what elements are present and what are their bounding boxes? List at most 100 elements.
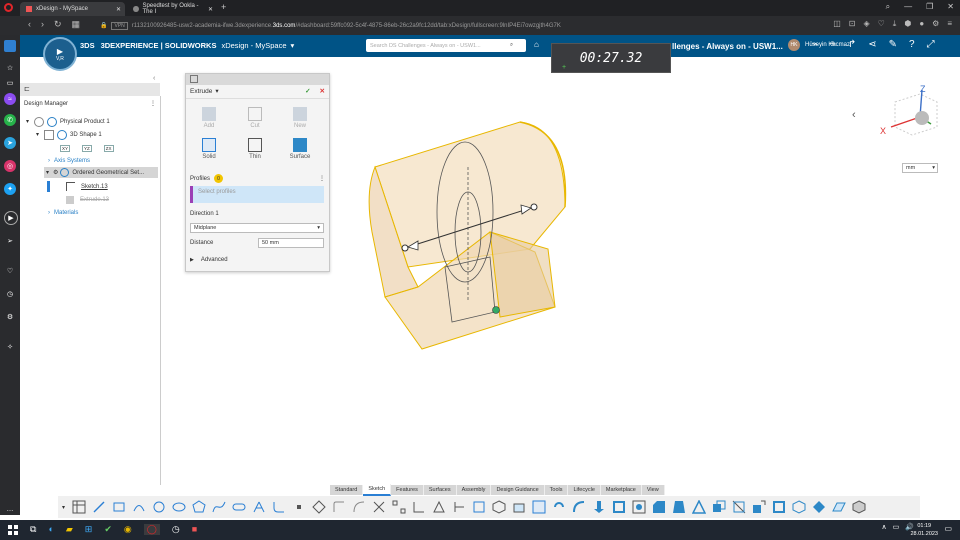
tab-xdesign[interactable]: xDesign - MySpace ✕ bbox=[20, 2, 125, 16]
toolbar-collapse-icon[interactable]: ▾ bbox=[62, 504, 65, 511]
cube-icon[interactable] bbox=[492, 500, 506, 514]
reload-icon[interactable]: ↻ bbox=[54, 19, 62, 30]
thin-button[interactable]: Thin bbox=[240, 138, 270, 160]
telegram-icon[interactable]: ➤ bbox=[4, 137, 16, 149]
spline-icon[interactable] bbox=[212, 500, 226, 514]
sketch-tool-icon[interactable] bbox=[532, 500, 546, 514]
surface-button[interactable]: Surface bbox=[285, 138, 315, 160]
close-icon[interactable]: ✕ bbox=[208, 6, 213, 13]
combine-icon[interactable] bbox=[712, 500, 726, 514]
mirror-icon[interactable] bbox=[412, 500, 426, 514]
sweep-icon[interactable] bbox=[572, 500, 586, 514]
close-window-icon[interactable]: ✕ bbox=[947, 2, 954, 12]
instagram-icon[interactable]: ◎ bbox=[4, 160, 16, 172]
profiles-select-field[interactable]: Select profiles bbox=[190, 186, 324, 203]
store-icon[interactable]: ⊞ bbox=[85, 524, 93, 535]
add-button[interactable]: Add bbox=[194, 107, 224, 129]
clock-app-icon[interactable]: ◷ bbox=[172, 524, 180, 535]
line-icon[interactable] bbox=[92, 500, 106, 514]
more-options-icon[interactable]: ⋮ bbox=[319, 175, 325, 182]
slot-icon[interactable] bbox=[232, 500, 246, 514]
search-icon[interactable]: ⌕ bbox=[510, 42, 513, 49]
help-icon[interactable]: ? bbox=[909, 39, 915, 50]
rib-icon[interactable] bbox=[692, 500, 707, 514]
dimension-icon[interactable] bbox=[452, 500, 466, 514]
more-icon[interactable]: … bbox=[4, 503, 16, 515]
tab-speedtest[interactable]: Speedtest by Ookla - The I ✕ bbox=[127, 2, 217, 16]
start-icon[interactable] bbox=[8, 525, 18, 535]
expand-icon[interactable]: ▾ bbox=[36, 131, 39, 138]
add-icon[interactable]: + bbox=[830, 39, 836, 50]
tab-marketplace[interactable]: Marketplace bbox=[600, 485, 642, 495]
solid-button[interactable]: Solid bbox=[194, 138, 224, 160]
tab-view[interactable]: View bbox=[641, 485, 665, 495]
units-select[interactable]: mm ▾ bbox=[902, 163, 938, 173]
delete-face-icon[interactable] bbox=[792, 500, 806, 514]
polygon-icon[interactable] bbox=[192, 500, 206, 514]
move-body-icon[interactable] bbox=[752, 500, 766, 514]
tab-features[interactable]: Features bbox=[391, 485, 424, 495]
plane-xy[interactable]: XY bbox=[60, 145, 71, 152]
draft-icon[interactable] bbox=[672, 500, 686, 514]
context-title[interactable]: llenges - Always on - USW1... bbox=[672, 42, 783, 51]
expand-icon[interactable]: › bbox=[48, 210, 50, 216]
chrome-icon[interactable]: ◉ bbox=[124, 524, 132, 535]
direction-select[interactable]: Midplane ▾ bbox=[190, 223, 324, 233]
rectangle-icon[interactable] bbox=[112, 500, 126, 514]
grid-icon[interactable] bbox=[72, 500, 86, 514]
expand-icon[interactable]: ▾ bbox=[46, 169, 49, 176]
plane-tool-icon[interactable] bbox=[832, 500, 846, 514]
tree-collapse-icon[interactable]: ‹ bbox=[153, 75, 155, 82]
more-tools-icon[interactable] bbox=[852, 500, 866, 514]
chamfer-icon[interactable] bbox=[652, 500, 666, 514]
new-button[interactable]: New bbox=[285, 107, 315, 129]
tag-icon[interactable]: ⌂ bbox=[534, 40, 539, 49]
revolve-icon[interactable] bbox=[552, 500, 566, 514]
tree-item-extrude[interactable]: Extrude.13 bbox=[66, 194, 109, 205]
minimize-icon[interactable]: — bbox=[904, 2, 912, 12]
clock[interactable]: 01:19 28.01.2023 bbox=[910, 522, 938, 538]
constraint-icon[interactable] bbox=[472, 500, 486, 514]
transform-icon[interactable] bbox=[312, 500, 326, 514]
task-view-icon[interactable]: ⧉ bbox=[30, 524, 36, 535]
vpn-badge[interactable]: VPN bbox=[111, 21, 128, 30]
tree-item-geometrical-set[interactable]: ▾ ⚙ Ordered Geometrical Set... bbox=[44, 167, 158, 178]
search-tabs-icon[interactable]: ⌕ bbox=[886, 2, 890, 12]
app-title[interactable]: 3DS 3DEXPERIENCE | SOLIDWORKS xDesign - … bbox=[80, 41, 294, 50]
bookmarks-icon[interactable]: ☆ bbox=[4, 62, 16, 74]
cut-button[interactable]: Cut bbox=[240, 107, 270, 129]
snapshot-icon[interactable]: ⊡ bbox=[849, 19, 856, 29]
tab-assembly[interactable]: Assembly bbox=[456, 485, 492, 495]
point-icon[interactable] bbox=[292, 500, 306, 514]
settings-icon[interactable]: ⚙ bbox=[4, 311, 16, 323]
compass-icon[interactable]: ▶ V,R bbox=[43, 37, 77, 71]
chevron-down-icon[interactable]: ▾ bbox=[215, 87, 218, 95]
search-input[interactable]: Search DS Challenges - Always on - USW1.… bbox=[366, 39, 526, 52]
advanced-toggle[interactable]: ▶ Advanced bbox=[190, 257, 228, 263]
thicken-icon[interactable] bbox=[772, 500, 786, 514]
collapse-panel-icon[interactable]: ‹ bbox=[852, 109, 856, 121]
boundary-icon[interactable] bbox=[812, 500, 826, 514]
arc-icon[interactable] bbox=[132, 500, 146, 514]
tools-icon[interactable]: ✎ bbox=[889, 39, 897, 50]
tray-chevron-icon[interactable]: ∧ bbox=[882, 523, 887, 531]
tree-icon[interactable]: ⊏ bbox=[24, 85, 30, 93]
close-icon[interactable]: ✕ bbox=[320, 87, 325, 95]
restore-icon[interactable]: ❐ bbox=[926, 2, 933, 12]
feed-icon[interactable]: ▭ bbox=[4, 77, 16, 89]
heart-icon[interactable]: ♡ bbox=[878, 19, 885, 29]
tab-tools[interactable]: Tools bbox=[544, 485, 569, 495]
extrude-tool-icon[interactable] bbox=[512, 500, 526, 514]
plane-yz[interactable]: YZ bbox=[82, 145, 92, 152]
handle-start[interactable] bbox=[401, 244, 409, 252]
extension-icon[interactable]: ⬢ bbox=[904, 19, 911, 29]
ellipse-icon[interactable] bbox=[172, 500, 186, 514]
pattern-icon[interactable] bbox=[392, 500, 406, 514]
opera-icon[interactable]: ◯ bbox=[143, 524, 160, 535]
tasks-icon[interactable]: ✔ bbox=[104, 524, 112, 535]
shell-icon[interactable] bbox=[612, 500, 626, 514]
orientation-cube[interactable]: Z X bbox=[875, 82, 945, 142]
triangle-icon[interactable] bbox=[432, 500, 446, 514]
tree-item-3d-shape[interactable]: ▾ 3D Shape 1 bbox=[36, 129, 102, 140]
network-icon[interactable]: ⋖ bbox=[868, 39, 876, 50]
